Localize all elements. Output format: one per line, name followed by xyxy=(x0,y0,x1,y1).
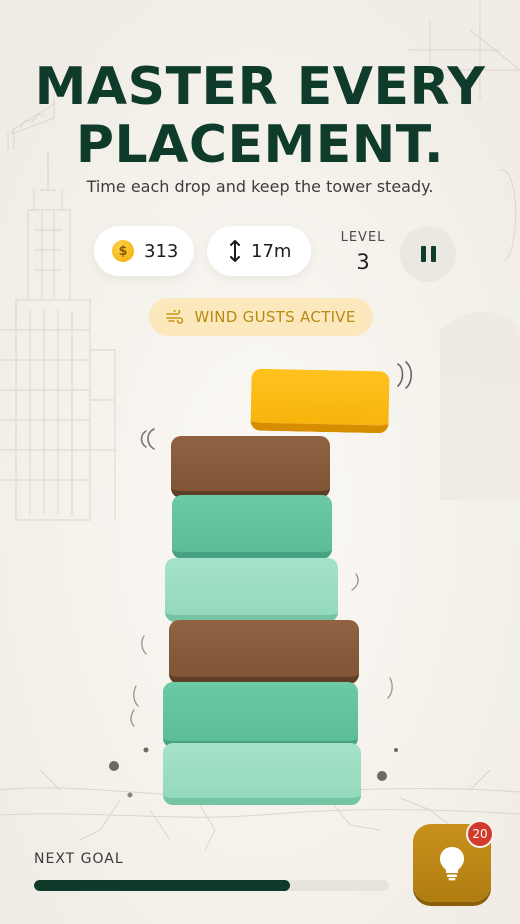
wind-status-badge: WIND GUSTS ACTIVE xyxy=(149,298,373,336)
goal-progress-bar xyxy=(34,880,389,891)
headline-line-1: MASTER EVERY xyxy=(34,57,486,117)
pause-icon xyxy=(420,246,426,262)
debris-sketch xyxy=(109,573,398,798)
coins-counter: $ 313 xyxy=(94,226,194,276)
height-value: 17m xyxy=(251,240,292,262)
coins-value: 313 xyxy=(144,240,179,262)
coin-icon: $ xyxy=(112,240,134,262)
vertical-arrow-icon xyxy=(230,240,240,262)
next-goal-label: NEXT GOAL xyxy=(34,851,124,867)
height-counter: 17m xyxy=(207,226,311,276)
tower-block xyxy=(172,495,332,559)
lightbulb-icon xyxy=(440,847,464,881)
falling-block[interactable] xyxy=(250,368,390,434)
motion-lines-icon xyxy=(397,361,413,389)
motion-lines-icon xyxy=(140,428,155,450)
tower-block xyxy=(171,436,330,498)
headline: MASTER EVERY PLACEMENT. xyxy=(0,58,520,174)
headline-line-2: PLACEMENT. xyxy=(75,115,445,175)
pause-button[interactable] xyxy=(400,226,456,282)
wind-icon xyxy=(166,310,184,324)
goal-progress-fill xyxy=(34,880,290,891)
subtitle: Time each drop and keep the tower steady… xyxy=(86,177,434,196)
level-label: LEVEL xyxy=(340,230,386,245)
wind-label: WIND GUSTS ACTIVE xyxy=(194,308,356,326)
level-value: 3 xyxy=(356,250,370,274)
hint-count-badge: 20 xyxy=(466,820,494,848)
